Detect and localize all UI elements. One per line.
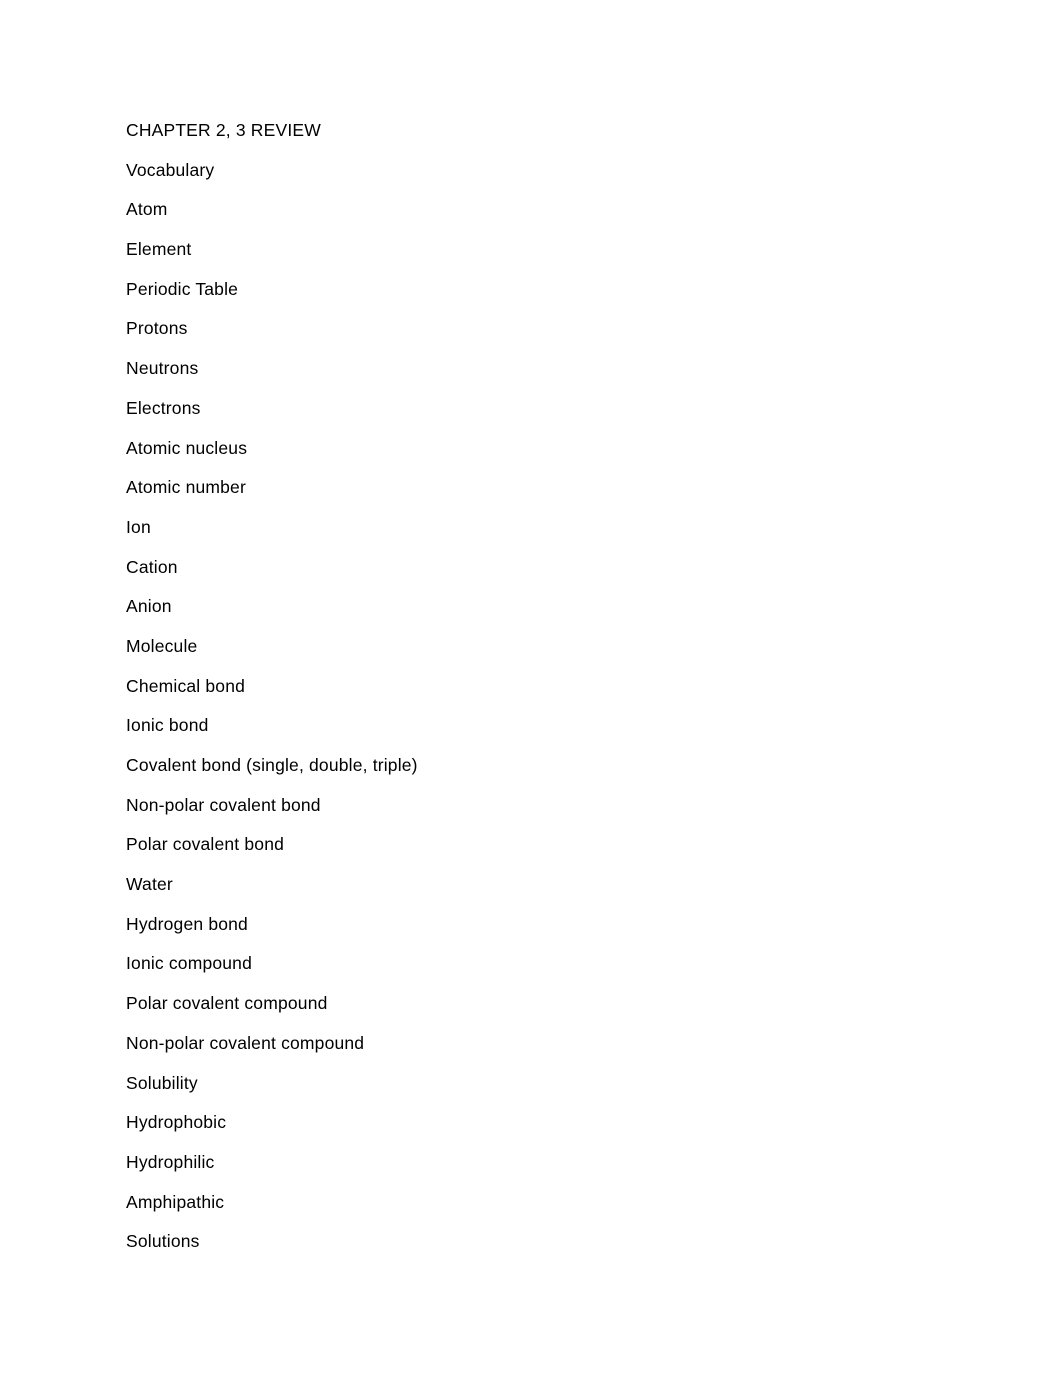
- vocabulary-term: Cation: [126, 556, 178, 577]
- vocabulary-term: Hydrophilic: [126, 1151, 215, 1172]
- vocabulary-term: Hydrogen bond: [126, 913, 248, 934]
- vocabulary-term: Polar covalent bond: [126, 834, 285, 855]
- vocabulary-term: Ionic compound: [126, 953, 253, 974]
- document-body: CHAPTER 2, 3 REVIEW Vocabulary Atom Elem…: [126, 120, 946, 1252]
- vocabulary-term: Atomic number: [126, 477, 246, 498]
- vocabulary-term: Molecule: [126, 635, 198, 656]
- vocabulary-term: Ion: [126, 516, 151, 537]
- vocabulary-term: Water: [126, 874, 173, 895]
- vocabulary-term: Amphipathic: [126, 1191, 225, 1212]
- page-title: CHAPTER 2, 3 REVIEW: [126, 120, 321, 140]
- vocabulary-term: Atomic nucleus: [126, 437, 248, 458]
- vocabulary-term: Neutrons: [126, 358, 199, 379]
- vocabulary-term: Element: [126, 239, 192, 260]
- vocabulary-term: Protons: [126, 318, 188, 339]
- vocabulary-term: Periodic Table: [126, 278, 239, 299]
- vocabulary-term: Chemical bond: [126, 675, 246, 696]
- document-page: CHAPTER 2, 3 REVIEW Vocabulary Atom Elem…: [0, 0, 1062, 1377]
- vocabulary-term: Hydrophobic: [126, 1112, 227, 1133]
- vocabulary-term: Solutions: [126, 1231, 200, 1252]
- vocabulary-term: Non-polar covalent bond: [126, 794, 321, 815]
- vocabulary-term: Atom: [126, 199, 168, 220]
- vocabulary-term: Polar covalent compound: [126, 993, 328, 1014]
- vocabulary-term: Non-polar covalent compound: [126, 1032, 365, 1053]
- vocabulary-term: Electrons: [126, 397, 201, 418]
- vocabulary-term: Anion: [126, 596, 172, 617]
- vocabulary-term: Covalent bond (single, double, triple): [126, 755, 418, 775]
- vocabulary-term: Ionic bond: [126, 715, 209, 736]
- section-heading-vocabulary: Vocabulary: [126, 159, 215, 180]
- vocabulary-term: Solubility: [126, 1072, 198, 1093]
